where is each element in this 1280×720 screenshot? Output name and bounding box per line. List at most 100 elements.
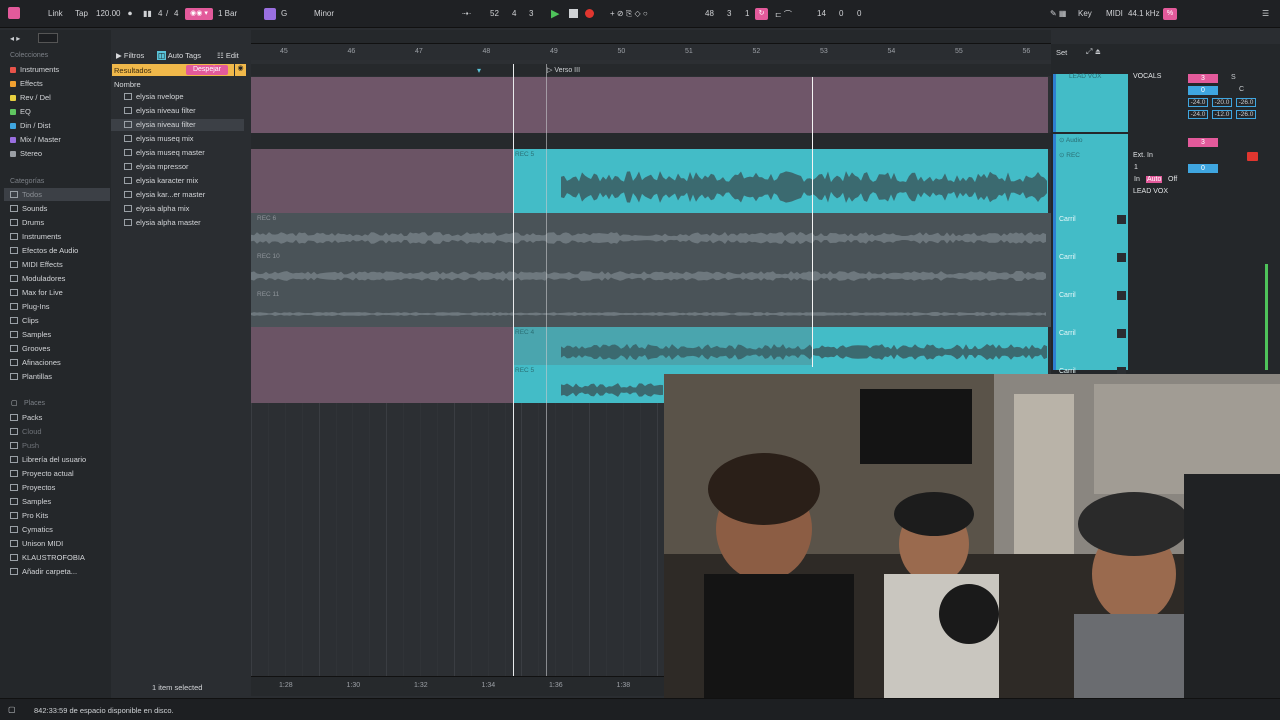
place-item[interactable]: Proyecto actual	[10, 469, 74, 478]
bar-number[interactable]: 50	[618, 48, 626, 55]
position-beat[interactable]: 4	[512, 9, 516, 18]
loop-len-sixteenth[interactable]: 0	[857, 9, 861, 18]
send-value-2[interactable]: -20.0	[1212, 98, 1232, 107]
place-item[interactable]: Samples	[10, 497, 51, 506]
lane-label[interactable]: Carril	[1059, 216, 1076, 223]
lane-collapse-icon[interactable]	[1117, 291, 1126, 300]
rec-header[interactable]: ⊙ REC	[1059, 151, 1080, 159]
category-item[interactable]: Clips	[10, 316, 39, 325]
bar-ruler[interactable]	[251, 44, 1051, 60]
category-item[interactable]: Plantillas	[10, 372, 52, 381]
bar-number[interactable]: 47	[415, 48, 423, 55]
lane-collapse-icon[interactable]	[1117, 215, 1126, 224]
rec-volume-field[interactable]: 0	[1188, 164, 1218, 173]
loop-start-marker[interactable]: ▾	[477, 66, 481, 75]
send-value-3[interactable]: -26.0	[1236, 98, 1256, 107]
loop-start-bar[interactable]: 48	[705, 9, 714, 18]
playhead[interactable]	[812, 77, 813, 367]
place-item[interactable]: Librería del usuario	[10, 455, 86, 464]
result-item[interactable]: elysia alpha mix	[124, 204, 189, 213]
category-item[interactable]: Max for Live	[10, 288, 63, 297]
lane-collapse-icon[interactable]	[1117, 253, 1126, 262]
midi-map-button[interactable]: MIDI	[1106, 9, 1123, 18]
tempo-field[interactable]: 120.00	[96, 9, 120, 18]
bar-number[interactable]: 56	[1023, 48, 1031, 55]
follow-icon[interactable]: ⇢·	[462, 9, 471, 18]
key-select[interactable]: G	[281, 9, 287, 18]
result-item[interactable]: elysia museq master	[124, 148, 205, 157]
send-value-1[interactable]: -24.0	[1188, 98, 1208, 107]
bar-number[interactable]: 53	[820, 48, 828, 55]
lead-vox-title[interactable]: LEAD VOX	[1069, 73, 1102, 80]
draw-mode-icon[interactable]: ✎ ▦	[1050, 9, 1066, 18]
places-expand-icon[interactable]: ▢	[11, 399, 18, 407]
loop-toggle[interactable]: ↻	[755, 8, 768, 20]
results-toggle-icon[interactable]: ◉	[235, 64, 246, 76]
category-item[interactable]: Efectos de Audio	[10, 246, 78, 255]
pause-bars-icon[interactable]: ▮▮	[143, 9, 152, 18]
locator-verso[interactable]: ▷ Verso III	[547, 66, 580, 74]
collection-item[interactable]: EQ	[10, 107, 31, 116]
bar-number[interactable]: 45	[280, 48, 288, 55]
link-button[interactable]: Link	[48, 9, 63, 18]
category-item[interactable]: Todos	[10, 190, 42, 199]
lead-vox-track-color[interactable]	[1053, 74, 1128, 132]
category-item[interactable]: Grooves	[10, 344, 50, 353]
loop-len-bar[interactable]: 14	[817, 9, 826, 18]
metronome-toggle[interactable]: ◉◉ ▾	[185, 8, 213, 20]
place-item[interactable]: Push	[10, 441, 39, 450]
play-icon[interactable]: ▶	[551, 7, 559, 20]
category-item[interactable]: Moduladores	[10, 274, 65, 283]
input-channel[interactable]: 1	[1134, 164, 1138, 171]
collection-item[interactable]: Din / Dist	[10, 121, 50, 130]
result-item[interactable]: elysia alpha master	[124, 218, 201, 227]
category-item[interactable]: Afinaciones	[10, 358, 61, 367]
solo-button[interactable]: S	[1231, 74, 1236, 81]
signature-num[interactable]: 4	[158, 9, 162, 18]
place-item[interactable]: Cloud	[10, 427, 42, 436]
place-item[interactable]: Pro Kits	[10, 511, 48, 520]
rec-arm-button[interactable]	[1247, 152, 1258, 161]
filters-button[interactable]: ▶ Filtros	[116, 51, 144, 60]
lane-collapse-icon[interactable]	[1117, 329, 1126, 338]
place-item[interactable]: KLAUSTROFOBIA	[10, 553, 85, 562]
rec-track-number[interactable]: 3	[1188, 138, 1218, 147]
ext-in-select[interactable]: Ext. In	[1133, 152, 1153, 159]
edit-button[interactable]: ☷ Edit	[217, 51, 239, 60]
stop-icon[interactable]	[569, 9, 578, 18]
monitor-off[interactable]: Off	[1168, 176, 1177, 183]
record-icon[interactable]	[585, 9, 594, 18]
quantize-menu[interactable]: 1 Bar	[218, 9, 237, 18]
monitor-in[interactable]: In	[1134, 176, 1140, 183]
lane-label[interactable]: Carril	[1059, 254, 1076, 261]
lane-label[interactable]: Carril	[1059, 330, 1076, 337]
result-item[interactable]: elysia mpressor	[124, 162, 189, 171]
lane-label[interactable]: Carril	[1059, 292, 1076, 299]
send-value-5[interactable]: -12.0	[1212, 110, 1232, 119]
signature-den[interactable]: 4	[174, 9, 178, 18]
place-item[interactable]: Packs	[10, 413, 42, 422]
expand-icon[interactable]: ⤢ ⏏	[1086, 47, 1101, 57]
send-value-6[interactable]: -26.0	[1236, 110, 1256, 119]
metronome-icon[interactable]: ⏺	[128, 9, 132, 19]
overview-strip[interactable]	[251, 30, 1051, 44]
result-item[interactable]: elysia karacter mix	[124, 176, 198, 185]
bar-number[interactable]: 55	[955, 48, 963, 55]
vocals-input[interactable]: VOCALS	[1133, 73, 1161, 80]
result-item[interactable]: elysia museq mix	[124, 134, 194, 143]
track-number-3[interactable]: 3	[1188, 74, 1218, 83]
collection-item[interactable]: Instruments	[10, 65, 59, 74]
key-map-button[interactable]: Key	[1078, 9, 1092, 18]
loop-start-beat[interactable]: 3	[727, 9, 731, 18]
category-item[interactable]: Sounds	[10, 204, 47, 213]
send-value-4[interactable]: -24.0	[1188, 110, 1208, 119]
result-item[interactable]: elysia niveau filter	[124, 120, 196, 129]
clear-button[interactable]: Despejar	[186, 65, 228, 75]
key-scale-icon[interactable]	[264, 8, 276, 20]
scale-select[interactable]: Minor	[314, 9, 334, 18]
collection-item[interactable]: Effects	[10, 79, 43, 88]
audio-header[interactable]: ⊙ Audio	[1059, 136, 1083, 144]
punch-icon[interactable]: ⊏ ⌒	[775, 9, 792, 20]
place-item[interactable]: Unison MIDI	[10, 539, 63, 548]
result-item[interactable]: elysia kar...er master	[124, 190, 205, 199]
